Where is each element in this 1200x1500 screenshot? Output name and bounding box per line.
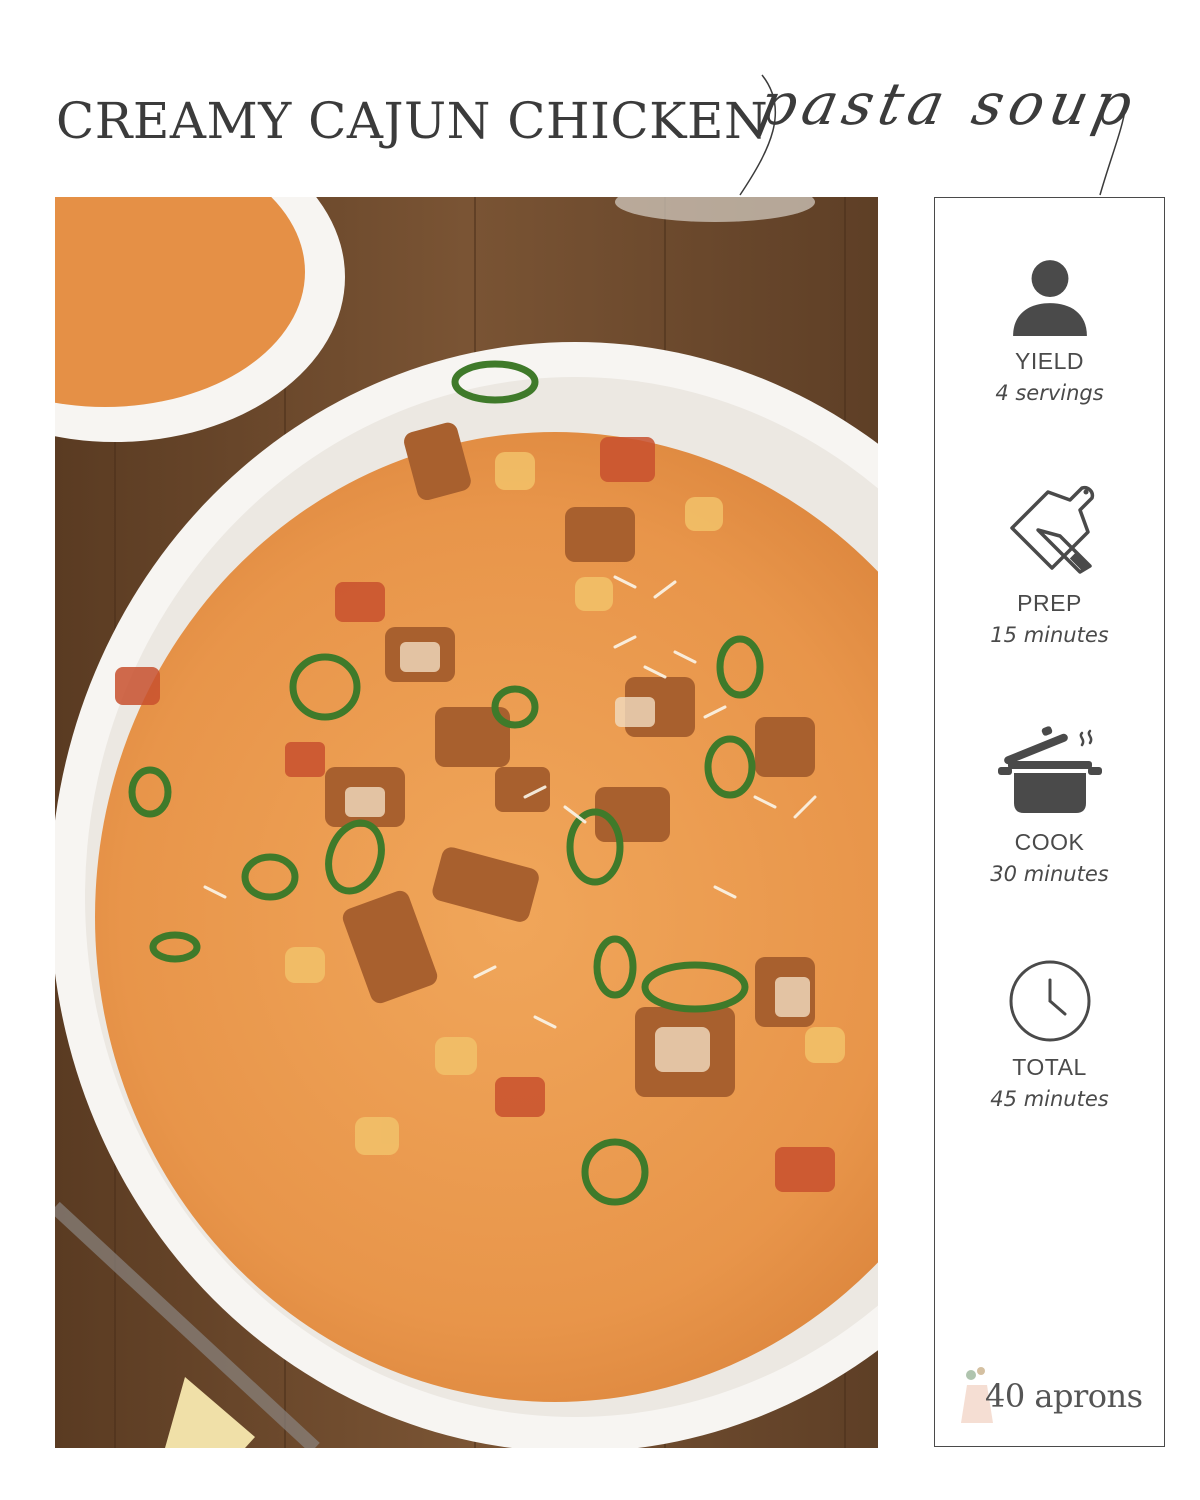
stat-total-label: TOTAL: [1012, 1054, 1087, 1080]
stat-prep-label: PREP: [1017, 590, 1082, 616]
brand-logo-text: 40 aprons: [985, 1377, 1143, 1415]
recipe-info-panel: YIELD 4 servings PREP 15 minutes COOK 30…: [934, 197, 1165, 1447]
stat-prep-value: 15 minutes: [990, 623, 1109, 647]
clock-icon: [1009, 960, 1090, 1042]
stat-yield-label: YIELD: [1015, 348, 1084, 374]
soup-photo: [55, 197, 878, 1448]
stat-prep: PREP 15 minutes: [935, 480, 1164, 647]
soup-photo-illustration: [55, 197, 878, 1448]
stat-cook: COOK 30 minutes: [935, 723, 1164, 886]
person-icon: [1012, 260, 1087, 336]
stat-cook-value: 30 minutes: [990, 862, 1109, 886]
title-main: CREAMY CAJUN CHICKEN: [56, 92, 769, 150]
stat-cook-label: COOK: [1014, 829, 1085, 855]
stat-yield: YIELD 4 servings: [935, 256, 1164, 405]
brand-logo: 40 aprons: [955, 1363, 1145, 1433]
cutting-board-knife-icon: [1009, 485, 1094, 574]
script-flourish: [739, 74, 1126, 196]
stat-yield-value: 4 servings: [995, 381, 1104, 405]
cooking-pot-icon: [997, 726, 1102, 813]
stat-total: TOTAL 45 minutes: [935, 958, 1164, 1111]
stat-total-value: 45 minutes: [990, 1087, 1109, 1111]
